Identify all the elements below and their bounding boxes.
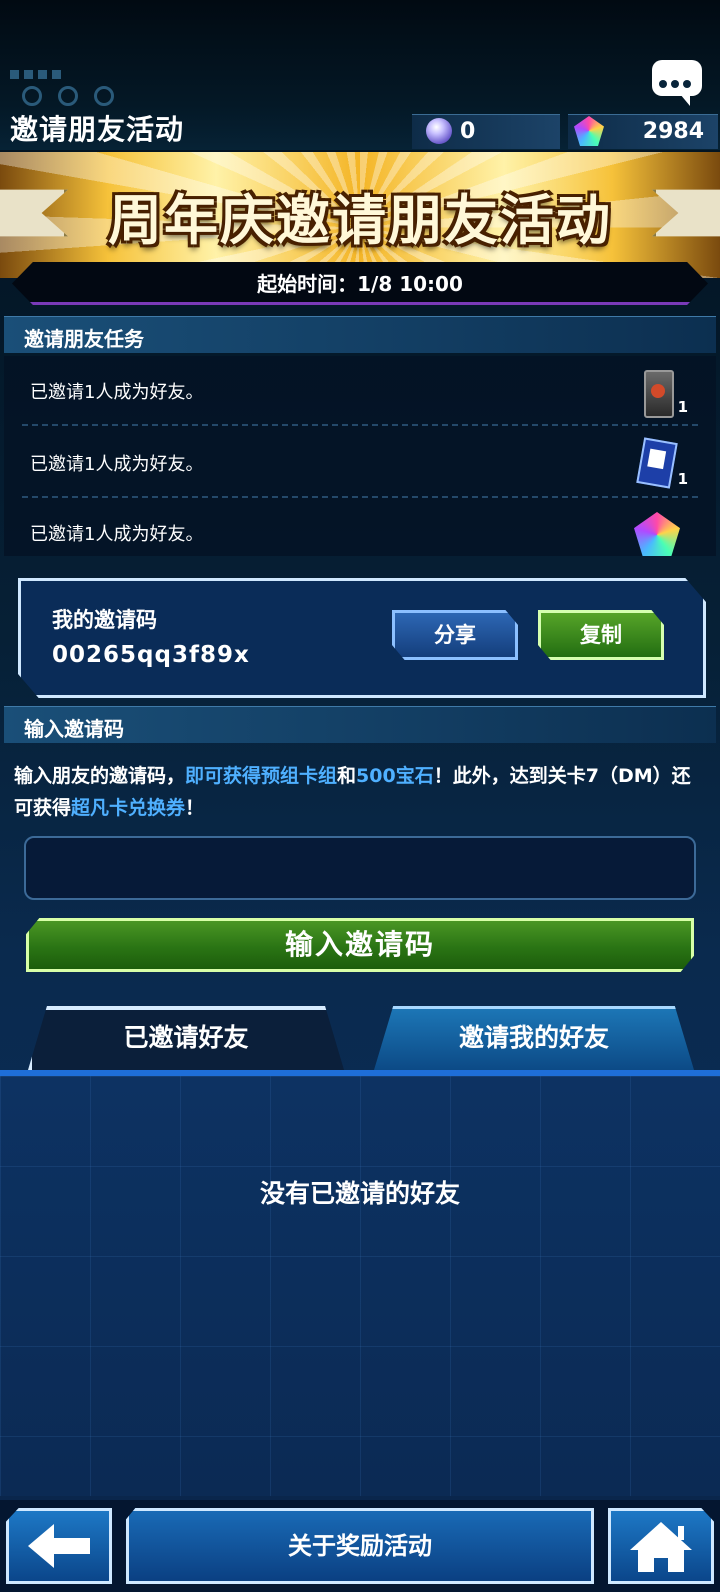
arrow-left-icon <box>28 1524 90 1568</box>
orb-counter: 0 <box>412 114 560 149</box>
enter-code-header: 输入邀请码 <box>4 706 716 743</box>
gear-decoration <box>22 86 162 106</box>
home-icon <box>630 1522 692 1572</box>
gem-icon <box>634 512 680 556</box>
gem-counter[interactable]: 2984 <box>568 114 718 149</box>
orb-count: 0 <box>460 119 476 144</box>
reward-qty: 1 <box>677 398 688 416</box>
home-button[interactable] <box>608 1508 714 1584</box>
list-item: 已邀请1人成为好友。 <box>4 498 716 556</box>
invite-code-value: 00265qq3f89x <box>52 642 250 668</box>
card-ticket-icon <box>636 437 678 489</box>
copy-button[interactable]: 复制 <box>538 610 664 660</box>
enter-code-description: 输入朋友的邀请码，即可获得预组卡组和500宝石！此外，达到关卡7（DM）还可获得… <box>14 765 691 819</box>
enter-code-title: 输入邀请码 <box>24 717 124 741</box>
list-item: 已邀请1人成为好友。 1 <box>4 356 716 426</box>
start-time-bar: 起始时间：1/8 10:00 <box>12 262 708 305</box>
chat-icon[interactable] <box>652 60 702 106</box>
reward-qty: 1 <box>677 470 688 488</box>
mission-list[interactable]: 已邀请1人成为好友。 1 已邀请1人成为好友。 1 已邀请1人成为好友。 <box>4 356 716 556</box>
enter-code-button[interactable]: 输入邀请码 <box>26 918 694 972</box>
tab-invited-friends[interactable]: 已邀请好友 <box>28 1006 344 1070</box>
missions-header: 邀请朋友任务 <box>4 316 716 353</box>
card-pack-icon <box>644 370 674 418</box>
mission-text: 已邀请1人成为好友。 <box>30 454 204 475</box>
page-title: 邀请朋友活动 <box>10 113 185 146</box>
gem-icon <box>574 116 604 146</box>
event-banner: 周年庆邀请朋友活动 <box>0 152 720 278</box>
back-button[interactable] <box>6 1508 112 1584</box>
list-item: 已邀请1人成为好友。 1 <box>4 428 716 498</box>
about-rewards-button[interactable]: 关于奖励活动 <box>126 1508 594 1584</box>
empty-state-message: 没有已邀请的好友 <box>259 1179 460 1208</box>
mission-text: 已邀请1人成为好友。 <box>30 382 204 403</box>
gem-count: 2984 <box>642 119 704 144</box>
start-time: 起始时间：1/8 10:00 <box>257 272 463 296</box>
friends-list-panel <box>0 1076 720 1496</box>
missions-title: 邀请朋友任务 <box>24 327 144 351</box>
banner-title: 周年庆邀请朋友活动 <box>108 189 612 252</box>
tab-friends-who-invited-me[interactable]: 邀请我的好友 <box>374 1006 694 1070</box>
mission-text: 已邀请1人成为好友。 <box>30 524 204 545</box>
invite-code-input[interactable] <box>24 836 696 900</box>
invite-code-label: 我的邀请码 <box>52 608 157 632</box>
share-button[interactable]: 分享 <box>392 610 518 660</box>
circuit-decoration <box>10 64 160 80</box>
orb-icon <box>426 118 452 144</box>
